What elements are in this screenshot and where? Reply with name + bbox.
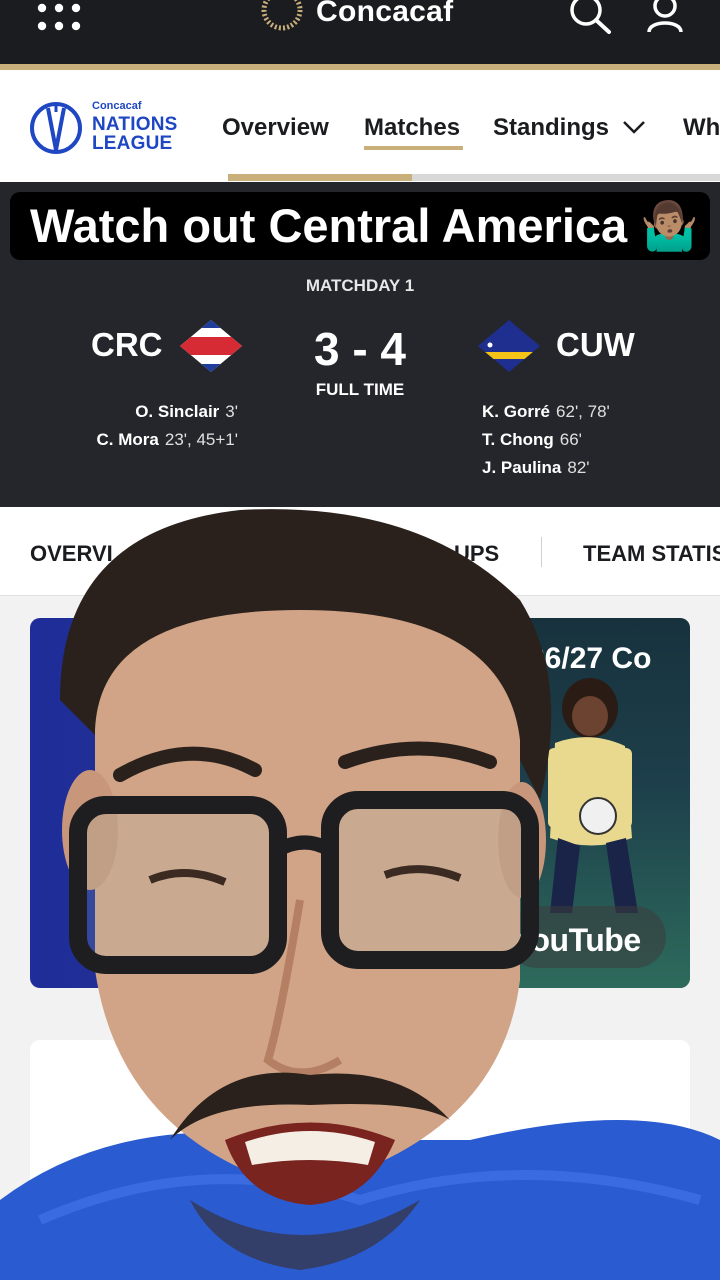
scorer-minutes: 3'	[225, 402, 238, 421]
logo-small-text: Concacaf	[92, 100, 142, 112]
scorer-row: K. Gorré 62', 78'	[482, 398, 610, 426]
logo-line-2: LEAGUE	[92, 133, 173, 154]
chevron-down-icon[interactable]	[622, 119, 646, 135]
scorer-minutes: 62', 78'	[556, 402, 610, 421]
away-team-code[interactable]: CUW	[556, 326, 635, 364]
match-score: 3 - 4	[313, 323, 407, 375]
home-team-code[interactable]: CRC	[91, 326, 163, 364]
nations-league-nav: Concacaf NATIONS LEAGUE	[0, 70, 720, 182]
active-nav-underline	[364, 146, 463, 150]
curacao-flag-icon[interactable]	[476, 318, 542, 374]
brand-name: Concacaf	[316, 0, 454, 28]
match-status: FULL TIME	[315, 380, 405, 399]
scorer-name: O. Sinclair	[135, 402, 220, 421]
costa-rica-flag-icon[interactable]	[178, 318, 244, 374]
away-scorers: K. Gorré 62', 78' T. Chong 66' J. Paulina 8…	[482, 398, 610, 482]
concacaf-logo-icon	[261, 0, 303, 31]
scorer-name: C. Mora	[96, 430, 159, 449]
home-scorers: O. Sinclair 3' C. Mora 23', 45+1'	[97, 398, 238, 454]
nav-matches[interactable]: Matches	[364, 114, 460, 142]
scorer-minutes: 82'	[567, 458, 590, 477]
matchday-label: MATCHDAY 1	[305, 276, 415, 295]
nations-league-emblem-icon	[30, 102, 82, 154]
grid-menu-icon[interactable]	[36, 0, 84, 34]
search-icon[interactable]	[566, 0, 614, 34]
scorer-row: O. Sinclair 3'	[97, 398, 238, 426]
video-caption: Watch out Central America 🤷🏽‍♂️	[10, 192, 710, 260]
scorer-row: C. Mora 23', 45+1'	[97, 426, 238, 454]
nav-more[interactable]: Wh	[683, 114, 720, 142]
logo-line-1: NATIONS	[92, 114, 178, 135]
scorer-row: T. Chong 66'	[482, 426, 610, 454]
nav-standings[interactable]: Standings	[493, 114, 609, 142]
person-video-overlay	[0, 509, 720, 1280]
nations-league-logo[interactable]: Concacaf NATIONS LEAGUE	[28, 98, 178, 156]
concacaf-brand[interactable]: Concacaf	[258, 0, 453, 34]
scorer-name: K. Gorré	[482, 402, 551, 421]
nav-scroll-thumb[interactable]	[228, 174, 412, 181]
scorer-name: J. Paulina	[482, 458, 562, 477]
user-icon[interactable]	[644, 0, 686, 34]
nav-overview[interactable]: Overview	[222, 114, 329, 142]
scorer-minutes: 23', 45+1'	[164, 430, 238, 449]
scorer-minutes: 66'	[559, 430, 582, 449]
scorer-name: T. Chong	[482, 430, 554, 449]
scorer-row: J. Paulina 82'	[482, 454, 610, 482]
